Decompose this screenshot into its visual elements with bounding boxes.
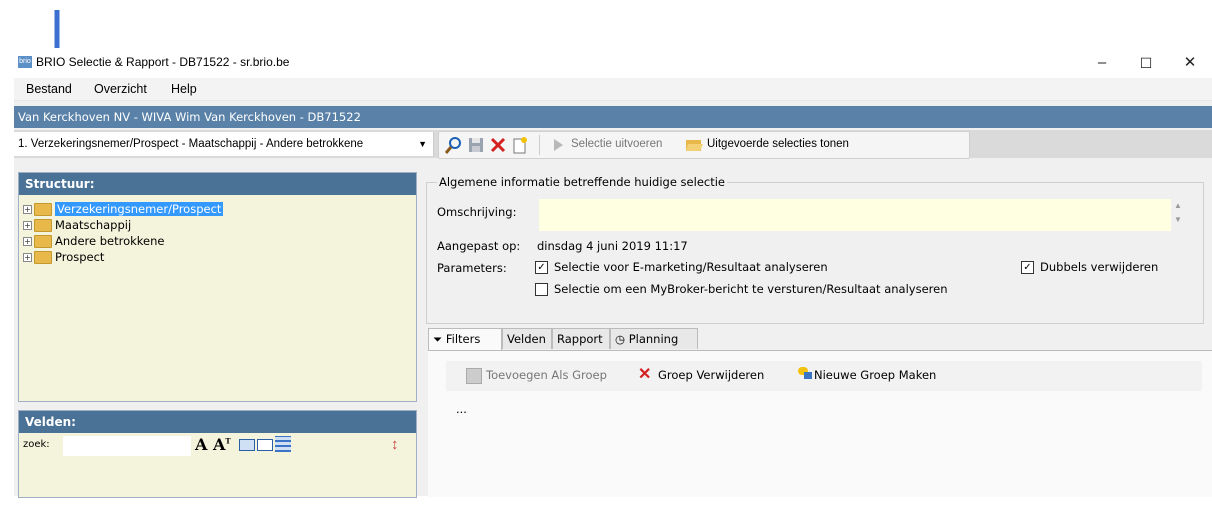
modified-label: Aangepast op: bbox=[437, 239, 521, 253]
description-label: Omschrijving: bbox=[437, 205, 517, 219]
checkbox-checked-icon: ✓ bbox=[535, 261, 548, 274]
mybroker-checkbox[interactable]: Selectie om een MyBroker-bericht te vers… bbox=[535, 282, 948, 296]
tree-item-label: Maatschappij bbox=[55, 218, 132, 232]
tab-label: Planning bbox=[628, 332, 679, 346]
fields-panel: Velden: zoek: A AT ↕ bbox=[18, 410, 417, 498]
expand-icon[interactable]: + bbox=[23, 253, 32, 262]
menu-help[interactable]: Help bbox=[171, 82, 197, 96]
table-icon[interactable] bbox=[275, 436, 291, 452]
run-selection-button[interactable]: Selectie uitvoeren bbox=[571, 138, 662, 150]
fields-search-row: zoek: A AT ↕ bbox=[19, 435, 416, 457]
window-title: BRIO Selectie & Rapport - DB71522 - sr.b… bbox=[36, 55, 290, 69]
add-as-group-button[interactable]: Toevoegen Als Groep bbox=[486, 368, 607, 382]
emarketing-label: Selectie voor E-marketing/Resultaat anal… bbox=[554, 260, 828, 274]
font-larger-icon[interactable]: A bbox=[195, 435, 207, 454]
tree-item-label: Verzekeringsnemer/Prospect bbox=[55, 202, 224, 216]
tree-item-verzekeringsnemer[interactable]: + Verzekeringsnemer/Prospect bbox=[23, 201, 224, 217]
remove-group-icon: ✕ bbox=[638, 366, 652, 383]
checkbox-unchecked-icon bbox=[535, 283, 548, 296]
info-group-legend: Algemene informatie betreffende huidige … bbox=[437, 175, 728, 189]
tab-filters[interactable]: ⏷ Filters bbox=[428, 328, 502, 351]
search-icon[interactable] bbox=[445, 136, 463, 154]
filter-actions-bar: Toevoegen Als Groep ✕ Groep Verwijderen … bbox=[446, 361, 1202, 391]
app-window: brio BRIO Selectie & Rapport - DB71522 -… bbox=[14, 48, 1212, 498]
save-icon[interactable] bbox=[467, 136, 485, 154]
tab-rapport[interactable]: Rapport bbox=[552, 328, 610, 349]
toolbar-actions: Selectie uitvoeren Uitgevoerde selecties… bbox=[438, 131, 970, 159]
new-document-icon[interactable] bbox=[511, 136, 529, 154]
folder-icon bbox=[34, 235, 52, 248]
tab-strip: ⏷ Filters Velden Rapport ◷ Planning bbox=[428, 328, 718, 351]
play-icon bbox=[554, 139, 563, 151]
parameters-label: Parameters: bbox=[437, 261, 507, 275]
delete-icon[interactable] bbox=[489, 136, 507, 154]
sort-az-icon[interactable]: ↕ bbox=[391, 436, 399, 453]
title-bar: brio BRIO Selectie & Rapport - DB71522 -… bbox=[14, 48, 1212, 78]
tab-label: Filters bbox=[445, 332, 481, 346]
search-label: zoek: bbox=[23, 439, 50, 450]
tree-item-label: Andere betrokkene bbox=[55, 234, 165, 248]
fields-search-input[interactable] bbox=[63, 436, 191, 456]
tree-item-prospect[interactable]: + Prospect bbox=[23, 249, 104, 265]
expand-icon[interactable]: + bbox=[23, 205, 32, 214]
structure-panel-title: Structuur: bbox=[19, 173, 416, 195]
tree-item-andere-betrokkene[interactable]: + Andere betrokkene bbox=[23, 233, 164, 249]
menu-bestand[interactable]: Bestand bbox=[26, 82, 72, 96]
mybroker-label: Selectie om een MyBroker-bericht te vers… bbox=[554, 282, 948, 296]
clock-icon: ◷ bbox=[615, 332, 626, 346]
toolbar: 1. Verzekeringsnemer/Prospect - Maatscha… bbox=[14, 130, 1212, 159]
dedupe-label: Dubbels verwijderen bbox=[1040, 260, 1159, 274]
add-group-icon bbox=[466, 368, 482, 384]
tab-planning[interactable]: ◷ Planning bbox=[610, 328, 698, 349]
description-input[interactable] bbox=[539, 199, 1171, 231]
menu-bar: Bestand Overzicht Help bbox=[14, 78, 1212, 101]
font-style-icon[interactable]: AT bbox=[213, 435, 231, 454]
selection-info-group: Algemene informatie betreffende huidige … bbox=[426, 175, 1204, 324]
expand-icon[interactable]: + bbox=[23, 221, 32, 230]
folder-icon bbox=[34, 203, 52, 216]
filter-icon: ⏷ bbox=[433, 332, 443, 346]
toolbar-separator bbox=[539, 135, 540, 155]
expand-icon[interactable]: + bbox=[23, 237, 32, 246]
show-executed-selections-button[interactable]: Uitgevoerde selecties tonen bbox=[707, 138, 849, 150]
chevron-down-icon: ▼ bbox=[418, 139, 427, 149]
emarketing-checkbox[interactable]: ✓ Selectie voor E-marketing/Resultaat ana… bbox=[535, 260, 828, 274]
close-button[interactable]: ✕ bbox=[1170, 48, 1210, 78]
remove-group-button[interactable]: Groep Verwijderen bbox=[658, 368, 764, 382]
tab-velden[interactable]: Velden bbox=[502, 328, 552, 349]
folder-open-icon bbox=[686, 140, 703, 151]
dedupe-checkbox[interactable]: ✓ Dubbels verwijderen bbox=[1021, 260, 1158, 274]
field-list-icon[interactable] bbox=[257, 439, 273, 451]
description-scrollbar[interactable]: ▲ ▼ bbox=[1169, 199, 1187, 229]
filters-placeholder: ... bbox=[456, 401, 467, 416]
modified-value: dinsdag 4 juni 2019 11:17 bbox=[537, 239, 688, 253]
folder-icon bbox=[34, 251, 52, 264]
selection-context-value: 1. Verzekeringsnemer/Prospect - Maatscha… bbox=[18, 138, 364, 150]
menu-overzicht[interactable]: Overzicht bbox=[94, 82, 147, 96]
tab-label: Rapport bbox=[557, 332, 603, 346]
context-info-bar: Van Kerckhoven NV - WIVA Wim Van Kerckho… bbox=[14, 106, 1212, 128]
folder-icon bbox=[34, 219, 52, 232]
maximize-button[interactable]: ☐ bbox=[1126, 48, 1166, 78]
structure-panel: Structuur: + Verzekeringsnemer/Prospect +… bbox=[18, 172, 417, 402]
new-group-button[interactable]: Nieuwe Groep Maken bbox=[814, 368, 936, 382]
tab-label: Velden bbox=[507, 332, 546, 346]
tree-item-maatschappij[interactable]: + Maatschappij bbox=[23, 217, 131, 233]
app-logo-icon: brio bbox=[18, 56, 32, 68]
filters-tab-panel: Toevoegen Als Groep ✕ Groep Verwijderen … bbox=[428, 350, 1212, 497]
tree-item-label: Prospect bbox=[55, 250, 105, 264]
fields-panel-title: Velden: bbox=[19, 411, 416, 433]
minimize-button[interactable]: – bbox=[1082, 48, 1122, 78]
selection-context-dropdown[interactable]: 1. Verzekeringsnemer/Prospect - Maatscha… bbox=[14, 132, 434, 156]
field-view-icon[interactable] bbox=[239, 439, 255, 451]
new-group-icon-box bbox=[804, 372, 812, 379]
checkbox-checked-icon: ✓ bbox=[1021, 261, 1034, 274]
